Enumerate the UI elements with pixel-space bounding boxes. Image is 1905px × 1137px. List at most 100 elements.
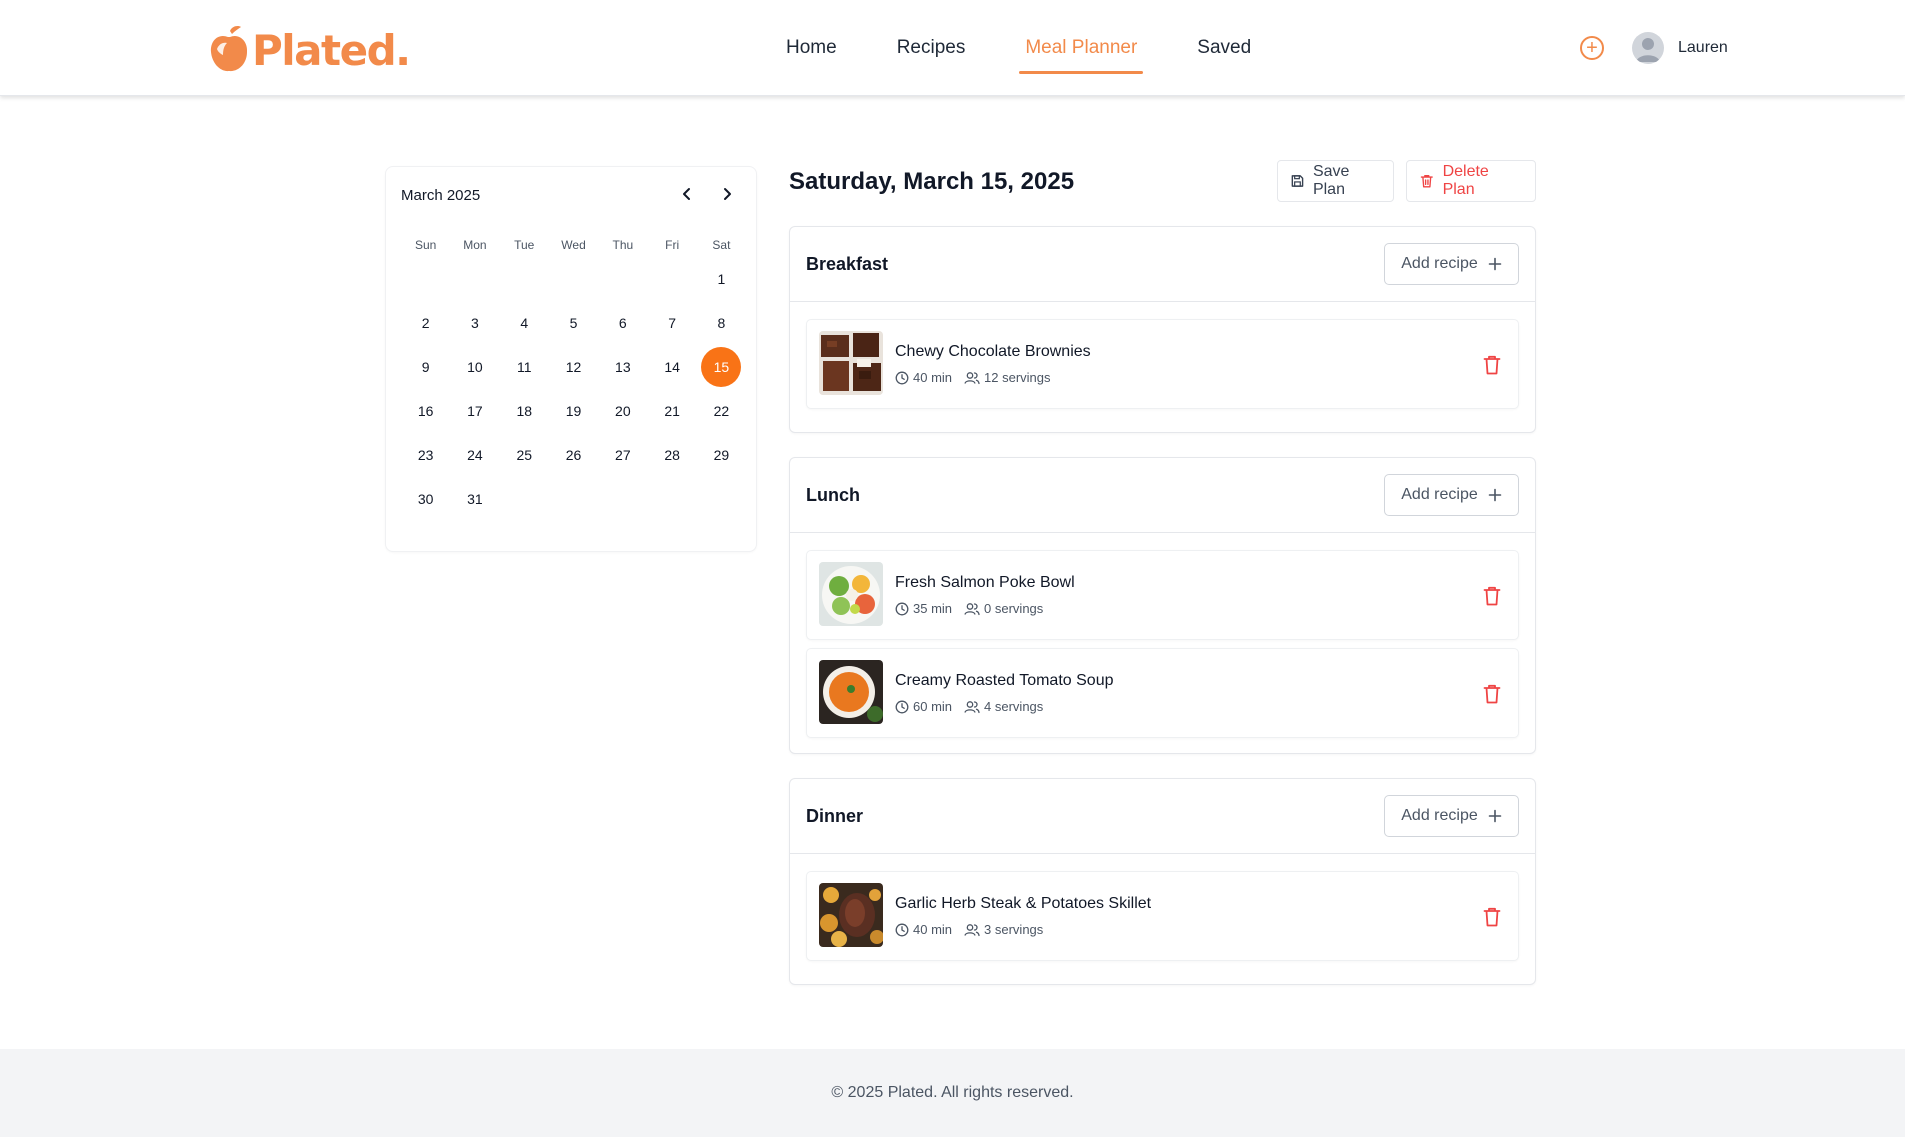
calendar-day[interactable]: 2 [401, 301, 450, 345]
meal-section-breakfast: Breakfast Add recipe Chewy Chocolate Bro… [789, 226, 1536, 433]
calendar-month-label: March 2025 [401, 187, 481, 204]
recipe-time: 60 min [895, 699, 952, 714]
calendar-empty-cell [647, 257, 696, 301]
calendar-day-number: 10 [467, 359, 483, 375]
calendar-day[interactable]: 12 [549, 345, 598, 389]
user-name[interactable]: Lauren [1678, 39, 1728, 57]
calendar-day-number: 17 [467, 403, 483, 419]
meal-section-lunch: Lunch Add recipe Fresh Salmon Poke Bowl … [789, 457, 1536, 754]
add-recipe-label: Add recipe [1401, 807, 1478, 824]
top-navbar: Plated. Home Recipes Meal Planner Saved … [0, 0, 1905, 96]
recipe-item[interactable]: Garlic Herb Steak & Potatoes Skillet 40 … [806, 871, 1519, 961]
calendar-day[interactable]: 18 [500, 389, 549, 433]
calendar-day[interactable]: 7 [647, 301, 696, 345]
nav-meal-planner[interactable]: Meal Planner [1019, 0, 1144, 96]
recipe-time: 35 min [895, 601, 952, 616]
calendar-day[interactable]: 20 [598, 389, 647, 433]
calendar-day-selected[interactable]: 15 [697, 345, 746, 389]
users-icon [964, 923, 980, 936]
calendar-day-number: 1 [717, 271, 726, 287]
recipe-title[interactable]: Garlic Herb Steak & Potatoes Skillet [895, 895, 1151, 913]
calendar-day[interactable]: 9 [401, 345, 450, 389]
add-recipe-label: Add recipe [1401, 486, 1478, 503]
recipe-image-steak-skillet [819, 883, 883, 947]
add-recipe-button[interactable]: Add recipe [1384, 474, 1519, 516]
calendar-day-number: 12 [565, 359, 582, 375]
calendar-weekday-header: Sat [712, 238, 731, 252]
recipe-title[interactable]: Fresh Salmon Poke Bowl [895, 574, 1075, 592]
recipe-item[interactable]: Creamy Roasted Tomato Soup 60 min 4 serv… [806, 648, 1519, 738]
plus-icon [1488, 488, 1502, 502]
delete-plan-button[interactable]: Delete Plan [1406, 160, 1536, 202]
recipe-image-tomato-soup [819, 660, 883, 724]
recipe-title[interactable]: Creamy Roasted Tomato Soup [895, 672, 1113, 690]
remove-recipe-icon[interactable] [1482, 354, 1502, 376]
calendar-day[interactable]: 26 [549, 433, 598, 477]
page-footer: © 2025 Plated. All rights reserved. [0, 1049, 1905, 1137]
calendar-empty-cell [401, 257, 450, 301]
remove-recipe-icon[interactable] [1482, 906, 1502, 928]
calendar-day[interactable]: 5 [549, 301, 598, 345]
calendar-day[interactable]: 11 [500, 345, 549, 389]
calendar-day[interactable]: 3 [450, 301, 499, 345]
calendar-empty-cell [500, 257, 549, 301]
add-recipe-button[interactable]: Add recipe [1384, 243, 1519, 285]
calendar-day-number: 28 [664, 447, 680, 463]
recipe-meta: 40 min 12 servings [895, 370, 1051, 385]
calendar-day[interactable]: 30 [401, 477, 450, 521]
user-icon [1636, 38, 1660, 62]
calendar-day-number: 2 [421, 315, 430, 331]
add-icon[interactable]: + [1580, 36, 1604, 60]
brand-logo[interactable]: Plated. [208, 22, 411, 78]
calendar-day[interactable]: 28 [647, 433, 696, 477]
calendar-day-number: 26 [565, 447, 582, 463]
calendar-day-number: 18 [516, 403, 533, 419]
calendar-day[interactable]: 6 [598, 301, 647, 345]
recipe-image-poke-bowl [819, 562, 883, 626]
calendar-empty-cell [450, 257, 499, 301]
calendar-day[interactable]: 29 [697, 433, 746, 477]
calendar-day[interactable]: 24 [450, 433, 499, 477]
nav-saved[interactable]: Saved [1191, 0, 1257, 96]
copyright-text: © 2025 Plated. All rights reserved. [831, 1084, 1074, 1101]
calendar-day[interactable]: 27 [598, 433, 647, 477]
remove-recipe-icon[interactable] [1482, 683, 1502, 705]
nav-recipes[interactable]: Recipes [891, 0, 972, 96]
add-recipe-button[interactable]: Add recipe [1384, 795, 1519, 837]
calendar-day[interactable]: 4 [500, 301, 549, 345]
calendar-day[interactable]: 19 [549, 389, 598, 433]
recipe-item[interactable]: Fresh Salmon Poke Bowl 35 min 0 servings [806, 550, 1519, 640]
chevron-left-icon [683, 188, 690, 200]
calendar-day[interactable]: 1 [697, 257, 746, 301]
calendar-day[interactable]: 31 [450, 477, 499, 521]
prev-month-button[interactable] [674, 181, 700, 207]
recipe-title[interactable]: Chewy Chocolate Brownies [895, 343, 1091, 361]
calendar-day-number: 30 [417, 491, 434, 507]
save-plan-button[interactable]: Save Plan [1277, 160, 1394, 202]
calendar-day[interactable]: 25 [500, 433, 549, 477]
calendar-day[interactable]: 21 [647, 389, 696, 433]
calendar-day[interactable]: 8 [697, 301, 746, 345]
calendar-day-number: 8 [717, 315, 726, 331]
next-month-button[interactable] [714, 181, 740, 207]
recipe-meta: 35 min 0 servings [895, 601, 1043, 616]
calendar-day[interactable]: 16 [401, 389, 450, 433]
calendar-day[interactable]: 14 [647, 345, 696, 389]
avatar[interactable] [1632, 32, 1664, 64]
calendar-day-number: 25 [516, 447, 533, 463]
calendar-day-number: 14 [664, 359, 680, 375]
calendar-grid: Sun Mon Tue Wed Thu Fri Sat 1 2 3 4 5 6 7 8 9 10 11 12 13 14… [401, 233, 746, 521]
users-icon [964, 371, 980, 384]
remove-recipe-icon[interactable] [1482, 585, 1502, 607]
nav-home[interactable]: Home [780, 0, 843, 96]
calendar-day[interactable]: 22 [697, 389, 746, 433]
calendar-day[interactable]: 10 [450, 345, 499, 389]
calendar-day[interactable]: 23 [401, 433, 450, 477]
calendar-day[interactable]: 13 [598, 345, 647, 389]
calendar-day[interactable]: 17 [450, 389, 499, 433]
recipe-servings-value: 4 servings [984, 699, 1044, 714]
calendar-weekday-header: Mon [463, 238, 487, 252]
calendar-day-number: 9 [421, 359, 430, 375]
calendar-weekday-header: Wed [561, 238, 586, 252]
recipe-item[interactable]: Chewy Chocolate Brownies 40 min 12 servi… [806, 319, 1519, 409]
